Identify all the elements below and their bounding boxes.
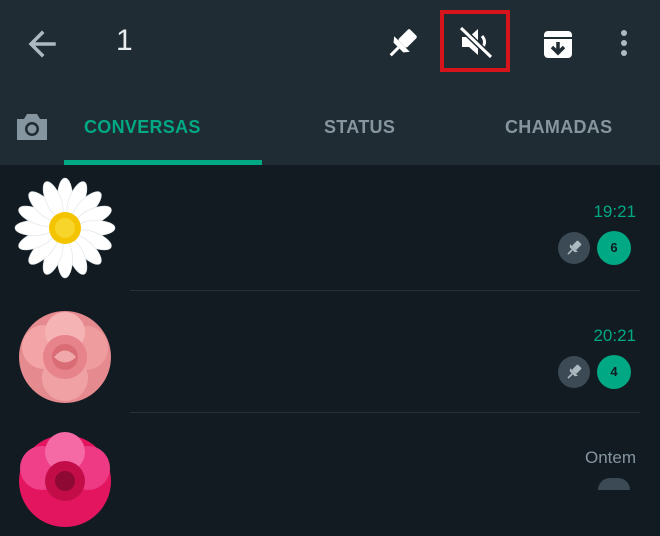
unread-count-badge: 4 — [597, 355, 631, 389]
archive-button[interactable] — [538, 24, 578, 64]
archive-icon — [544, 31, 572, 58]
camera-tab[interactable] — [14, 110, 50, 144]
chat-row[interactable]: Ontem — [0, 412, 660, 536]
mute-button[interactable] — [440, 10, 510, 72]
chat-time: 20:21 — [593, 326, 636, 345]
avatar[interactable] — [14, 177, 116, 279]
tab-conversas[interactable]: CONVERSAS — [84, 117, 201, 138]
chat-time: 19:21 — [593, 202, 636, 221]
selected-count: 1 — [116, 24, 133, 57]
pin-icon — [567, 240, 582, 255]
pinned-badge — [558, 232, 590, 264]
tab-status[interactable]: STATUS — [324, 117, 395, 138]
chat-row[interactable]: 20:21 4 — [0, 290, 660, 414]
top-app-bar: 1 CONVERSAS STATUS CHAMADAS — [0, 0, 660, 165]
avatar[interactable] — [14, 302, 116, 404]
mute-status-badge — [598, 478, 630, 490]
avatar[interactable] — [14, 426, 116, 528]
pinned-badge — [558, 356, 590, 388]
mute-icon — [458, 26, 494, 58]
chat-row[interactable]: 19:21 6 — [0, 165, 660, 291]
more-vert-icon — [621, 30, 627, 56]
more-options-button[interactable] — [612, 26, 636, 62]
unread-count-badge: 6 — [597, 231, 631, 265]
pin-icon — [389, 29, 417, 57]
pin-chat-button[interactable] — [382, 24, 422, 64]
pin-icon — [567, 364, 582, 379]
back-button[interactable] — [22, 26, 62, 62]
tab-chamadas[interactable]: CHAMADAS — [505, 117, 612, 138]
chat-time: Ontem — [584, 448, 636, 467]
camera-icon — [17, 114, 47, 140]
arrow-back-icon — [28, 30, 56, 58]
